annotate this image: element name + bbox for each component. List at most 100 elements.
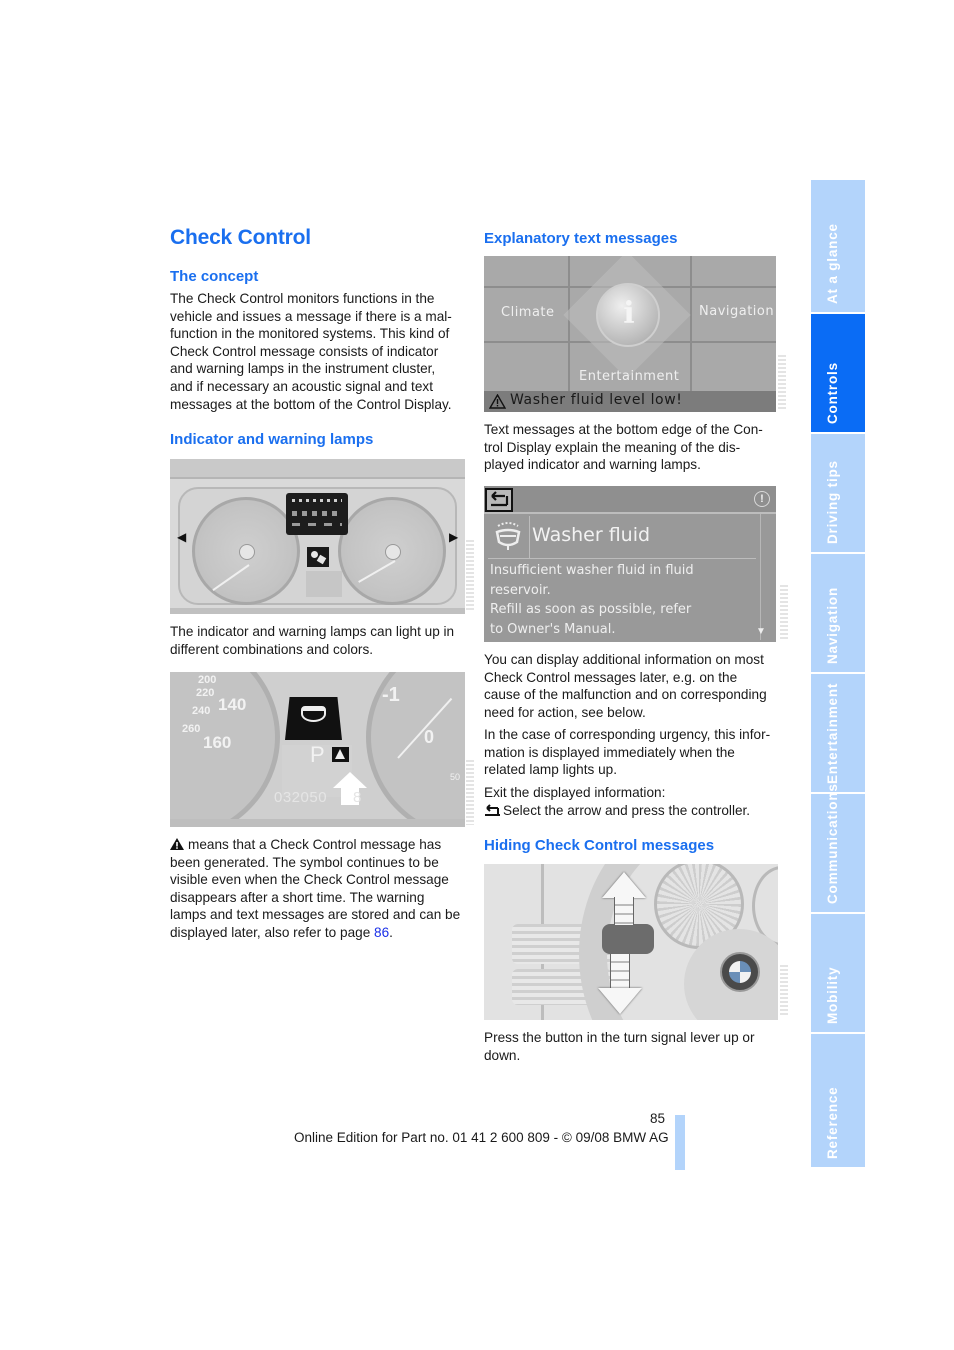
text-line: The indicator and warning lamps can ligh…: [170, 624, 455, 639]
airbag-icon-part: [316, 554, 327, 565]
text-line: visible even when the Check Control mess…: [170, 872, 449, 888]
bmw-logo-roundel: [729, 961, 751, 983]
menu-entertainment[interactable]: Entertainment: [579, 369, 679, 384]
tab-label: Mobility: [825, 966, 840, 1024]
gear-display: [306, 571, 342, 597]
instrument-cluster-figure: ◀ ▶: [170, 459, 465, 614]
tab-label: Driving tips: [825, 460, 840, 544]
washer-icon: [301, 706, 326, 722]
washer-fluid-glyph: [495, 522, 521, 550]
grid-line: [568, 256, 570, 391]
text-line: In the case of corresponding urgency, th…: [484, 727, 771, 742]
up-arrow-shaft: [614, 897, 634, 925]
additional-info-paragraph: You can display additional information o…: [484, 651, 780, 721]
text-line: means that a Check Control message has: [170, 836, 466, 854]
lamp-row: [292, 523, 342, 526]
text-line: Select the arrow and press the controlle…: [484, 802, 780, 820]
explanatory-caption: Text messages at the bottom edge of the …: [484, 421, 780, 474]
image-code: [778, 355, 786, 410]
info-title: Washer fluid: [532, 524, 651, 546]
speed-label: 240: [192, 705, 211, 717]
tachometer-gauge: [338, 497, 446, 605]
tab-entertainment[interactable]: Entertainment: [811, 674, 865, 792]
info-controller-icon: i: [596, 283, 660, 347]
down-arrow-shaft: [610, 954, 630, 990]
page-title: Check Control: [170, 226, 311, 249]
text-line: disappears after a short time. The warni…: [170, 889, 425, 905]
washer-fluid-warning-lamp: [285, 697, 342, 740]
text-line: displayed later, also refer to page 86.: [170, 924, 466, 942]
control-display-figure: i Climate Navigation Entertainment Washe…: [484, 256, 776, 412]
text-line: Check Control messages later, e.g. on th…: [484, 669, 738, 685]
gear-indicator: P: [310, 742, 325, 767]
menu-navigation[interactable]: Navigation: [699, 304, 774, 319]
tachometer-detail: [366, 672, 465, 827]
tab-label: At a glance: [825, 223, 840, 304]
image-code: [780, 965, 788, 1017]
check-control-info-figure: ! Washer fluid Insufficient washer fluid…: [484, 486, 776, 642]
concept-heading: The concept: [170, 268, 259, 285]
back-arrow-button[interactable]: [485, 488, 513, 512]
scrollbar-track[interactable]: [760, 514, 766, 640]
info-line: Insufficient washer fluid in fluid: [490, 563, 694, 578]
hiding-heading: Hiding Check Control messages: [484, 837, 715, 854]
exit-instructions: Exit the displayed information: Select t…: [484, 784, 780, 819]
page-86-link[interactable]: 86: [374, 925, 389, 940]
tab-controls[interactable]: Controls: [811, 314, 865, 432]
tab-navigation[interactable]: Navigation: [811, 554, 865, 672]
note-text: displayed later, also refer to page: [170, 924, 375, 940]
pointer-arrow-head: [333, 772, 367, 788]
tab-label: Entertainment: [825, 682, 840, 784]
speed-label: 140: [218, 695, 247, 714]
text-line: Check Control message consists of indica…: [170, 343, 439, 359]
back-arrow-icon: [491, 491, 509, 507]
urgency-paragraph: In the case of corresponding urgency, th…: [484, 726, 780, 779]
info-line: to Owner's Manual.: [490, 621, 616, 637]
text-line: down.: [484, 1047, 521, 1063]
tab-communications[interactable]: Communications: [811, 783, 865, 912]
info-line: reservoir.: [490, 582, 551, 598]
divider: [488, 558, 756, 559]
image-code: [466, 760, 474, 825]
info-i-glyph: i: [623, 296, 635, 331]
tab-at-a-glance[interactable]: At a glance: [811, 180, 865, 312]
tab-mobility[interactable]: Mobility: [811, 914, 865, 1032]
tab-label: Navigation: [825, 586, 840, 664]
rpm-label: 50: [450, 772, 461, 782]
hiding-caption: Press the button in the turn signal leve…: [484, 1029, 780, 1064]
text-line: trol Display explain the meaning of the …: [484, 439, 741, 455]
concept-paragraph: The Check Control monitors functions in …: [170, 290, 466, 413]
tab-reference[interactable]: Reference: [811, 1034, 865, 1167]
speed-label: 200: [198, 674, 217, 686]
text-line: and warning lamps in the instrument clus…: [170, 361, 436, 377]
speedometer-gauge: [192, 497, 300, 605]
status-message-bar: Washer fluid level low!: [484, 391, 776, 412]
right-turn-arrow-icon: ▶: [449, 530, 459, 544]
check-control-lamp-figure: 200 220 140 240 260 160 P 032050 8 -1 0 …: [170, 672, 465, 827]
tab-label: Controls: [825, 362, 840, 424]
text-line: You can display additional information o…: [484, 652, 764, 667]
rpm-label: -1: [382, 684, 400, 706]
info-body: Insufficient washer fluid in fluid reser…: [490, 561, 694, 639]
lamp-row: [292, 499, 342, 502]
tab-label: Reference: [825, 1086, 840, 1160]
text-line: different combinations and colors.: [170, 641, 374, 657]
page-number: 85: [650, 1111, 666, 1126]
back-arrow-icon: [485, 803, 500, 816]
scroll-down-icon[interactable]: ▼: [756, 626, 766, 637]
tab-driving-tips[interactable]: Driving tips: [811, 434, 865, 552]
status-message-text: Washer fluid level low!: [510, 392, 683, 408]
warning-triangle-icon: [489, 394, 506, 409]
lamps-heading: Indicator and warning lamps: [170, 431, 374, 448]
lamp-row: [292, 511, 342, 516]
check-control-warning-icon: [332, 747, 349, 762]
text-line: related lamp lights up.: [484, 762, 617, 778]
footer-edition: Online Edition for Part no. 01 41 2 600 …: [294, 1130, 669, 1145]
washer-fluid-icon: [488, 516, 530, 558]
warning-triangle-icon: [170, 838, 184, 850]
menu-climate[interactable]: Climate: [501, 305, 555, 320]
check-control-note: means that a Check Control message has b…: [170, 836, 466, 942]
exit-label: Exit the displayed information:: [484, 785, 666, 800]
text-line: mation is displayed immediately when the: [484, 744, 735, 760]
info-scroll-icon: !: [754, 491, 770, 507]
